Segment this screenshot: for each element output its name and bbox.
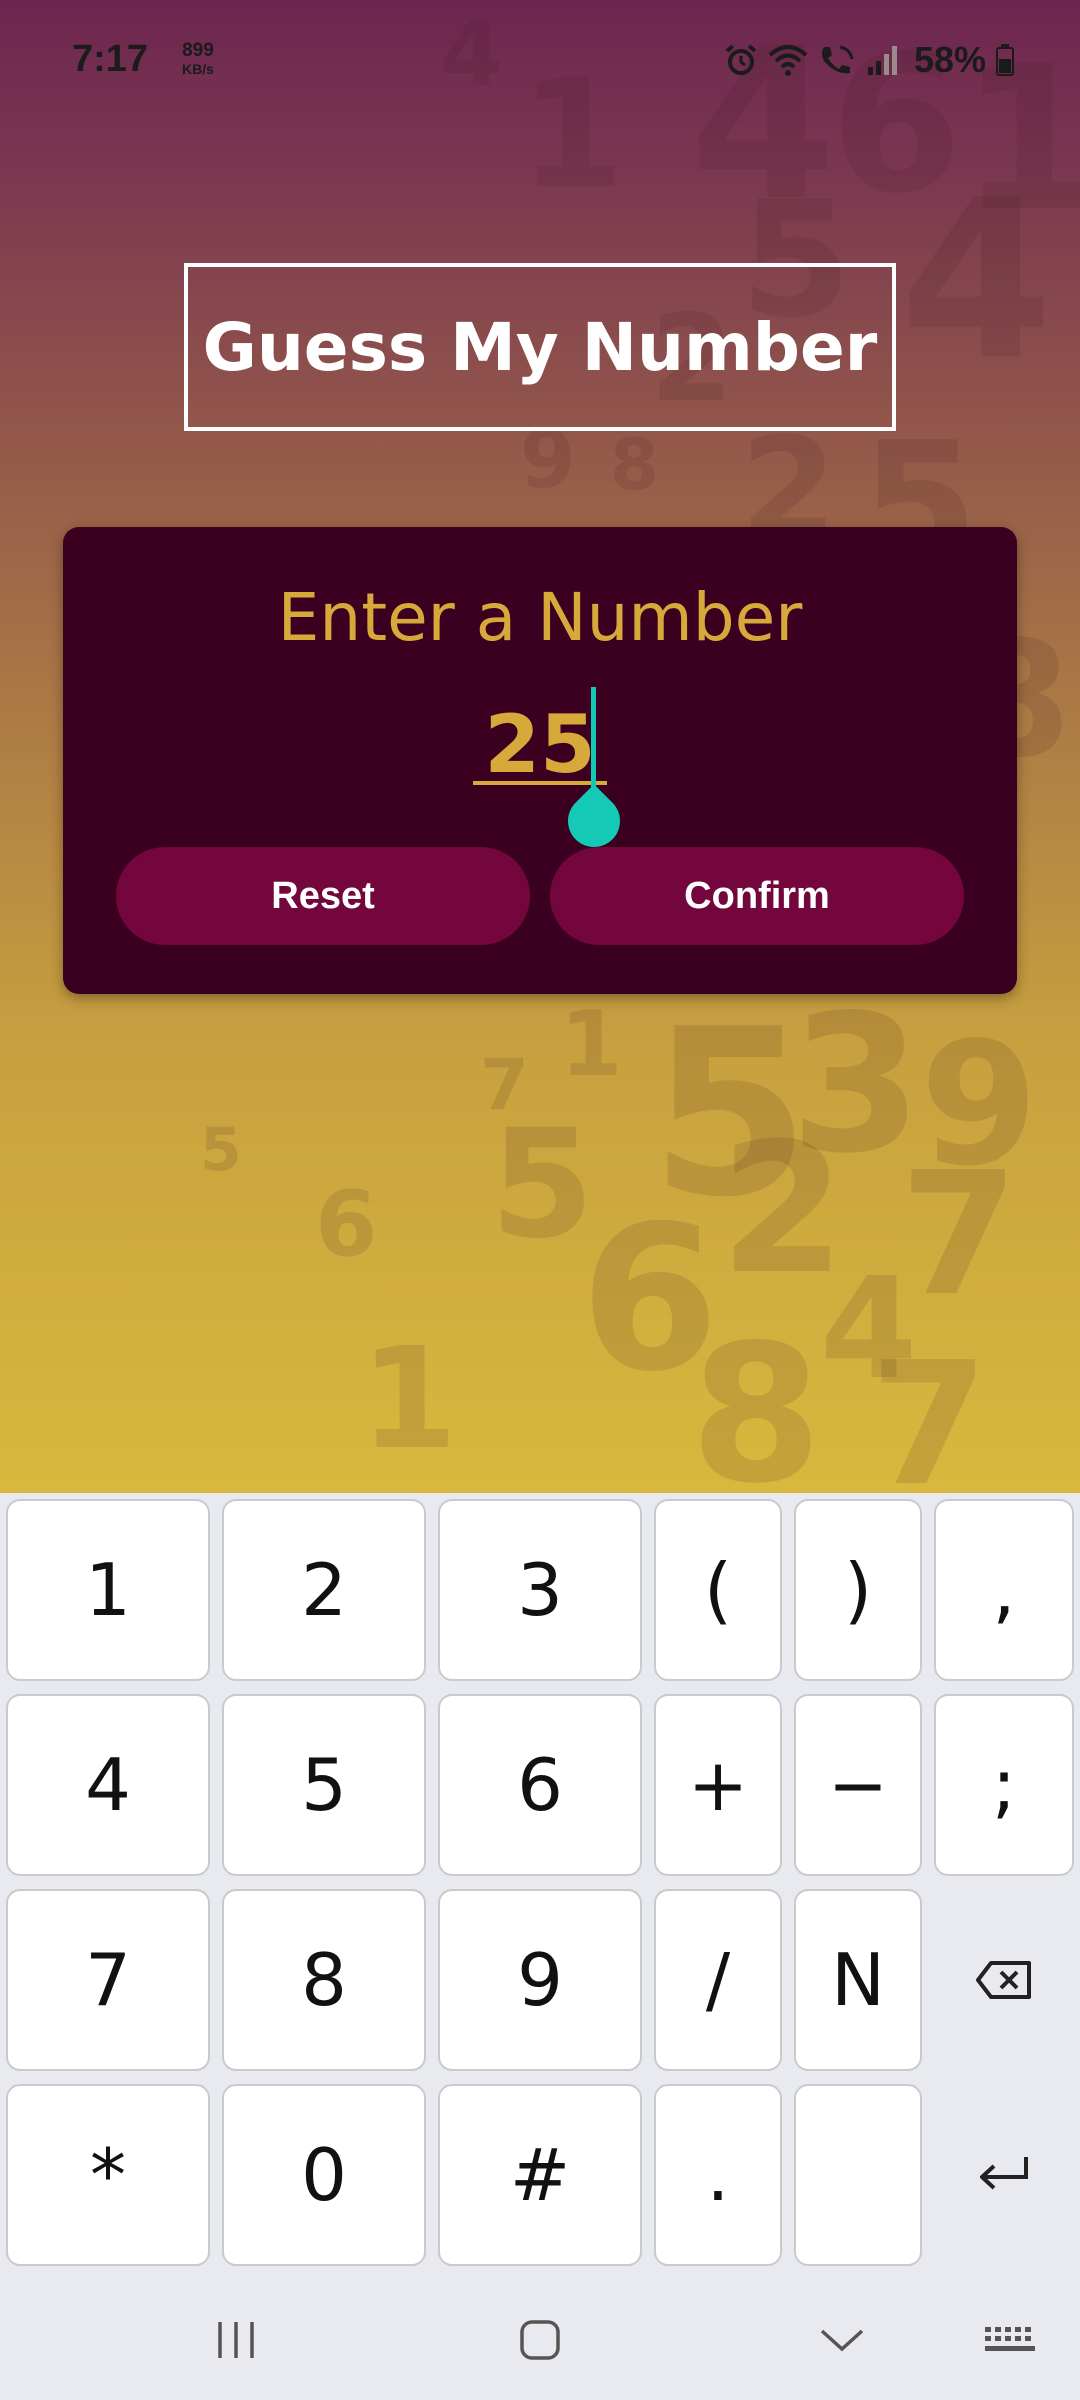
title-box: Guess My Number bbox=[184, 263, 896, 431]
key-space[interactable] bbox=[794, 2084, 922, 2266]
background-digit: 8 bbox=[610, 424, 659, 506]
keyboard-switch-button[interactable] bbox=[970, 2310, 1050, 2370]
background-digit: 1 bbox=[560, 992, 623, 1097]
key-slash[interactable]: / bbox=[654, 1889, 782, 2071]
key-7[interactable]: 7 bbox=[6, 1889, 210, 2071]
key-2[interactable]: 2 bbox=[222, 1499, 426, 1681]
wifi-calling-icon bbox=[822, 45, 854, 74]
background-digit: 8 bbox=[690, 1304, 823, 1494]
key-8[interactable]: 8 bbox=[222, 1889, 426, 2071]
app-title: Guess My Number bbox=[202, 308, 878, 386]
background-digit: 6 bbox=[315, 1172, 378, 1277]
alarm-icon bbox=[725, 44, 757, 75]
background-digit: 7 bbox=[900, 1136, 1019, 1334]
backspace-key[interactable] bbox=[934, 1889, 1074, 2071]
backspace-icon bbox=[976, 1961, 1031, 1999]
key-asterisk[interactable]: * bbox=[6, 2084, 210, 2266]
background-digit: 5 bbox=[490, 1098, 595, 1272]
key-1[interactable]: 1 bbox=[6, 1499, 210, 1681]
home-button[interactable] bbox=[500, 2310, 580, 2370]
recent-apps-icon bbox=[218, 2322, 254, 2358]
background-digit: 4 bbox=[900, 152, 1054, 408]
background-digit: 7 bbox=[870, 1326, 989, 1493]
navigation-bar bbox=[0, 2280, 1080, 2400]
status-time: 7:17 bbox=[72, 38, 149, 80]
app-screen: 4 1 4 6 1 5 4 2 9 8 2 5 8 1 7 5 3 9 5 6 … bbox=[0, 0, 1080, 1493]
home-icon bbox=[520, 2320, 560, 2360]
wifi-icon bbox=[768, 45, 808, 76]
key-comma[interactable]: , bbox=[934, 1499, 1074, 1681]
background-digit: 1 bbox=[360, 1318, 458, 1481]
status-bar: 7:17 899 KB/s 58% bbox=[0, 0, 1080, 120]
key-5[interactable]: 5 bbox=[222, 1694, 426, 1876]
keyboard-switch-icon bbox=[985, 2327, 1035, 2351]
back-button[interactable] bbox=[802, 2310, 882, 2370]
number-input[interactable]: 25 bbox=[473, 705, 607, 785]
enter-number-label: Enter a Number bbox=[277, 579, 803, 656]
key-period[interactable]: . bbox=[654, 2084, 782, 2266]
numeric-keyboard: 1 2 3 ( ) , 4 5 6 + − ; 7 8 9 / N * 0 # … bbox=[0, 1493, 1080, 2400]
key-minus[interactable]: − bbox=[794, 1694, 922, 1876]
network-speed-unit: KB/s bbox=[182, 61, 214, 77]
key-plus[interactable]: + bbox=[654, 1694, 782, 1876]
status-icons: 58% bbox=[724, 39, 1015, 80]
key-hash[interactable]: # bbox=[438, 2084, 642, 2266]
recent-apps-button[interactable] bbox=[196, 2310, 276, 2370]
key-9[interactable]: 9 bbox=[438, 1889, 642, 2071]
signal-icon bbox=[868, 46, 897, 75]
enter-key[interactable] bbox=[934, 2084, 1074, 2266]
key-close-paren[interactable]: ) bbox=[794, 1499, 922, 1681]
enter-icon bbox=[980, 2157, 1028, 2190]
key-open-paren[interactable]: ( bbox=[654, 1499, 782, 1681]
key-n[interactable]: N bbox=[794, 1889, 922, 2071]
background-digit: 9 bbox=[520, 413, 576, 506]
key-semicolon[interactable]: ; bbox=[934, 1694, 1074, 1876]
background-digit: 5 bbox=[200, 1115, 242, 1185]
battery-icon bbox=[996, 44, 1015, 76]
confirm-button[interactable]: Confirm bbox=[550, 847, 964, 945]
network-speed: 899 KB/s bbox=[182, 40, 214, 78]
number-input-card: Enter a Number 25 Reset Confirm bbox=[63, 527, 1017, 994]
key-6[interactable]: 6 bbox=[438, 1694, 642, 1876]
battery-percent: 58% bbox=[914, 39, 987, 80]
back-icon bbox=[820, 2329, 864, 2352]
key-3[interactable]: 3 bbox=[438, 1499, 642, 1681]
key-4[interactable]: 4 bbox=[6, 1694, 210, 1876]
key-0[interactable]: 0 bbox=[222, 2084, 426, 2266]
network-speed-value: 899 bbox=[182, 40, 214, 61]
reset-button[interactable]: Reset bbox=[116, 847, 530, 945]
